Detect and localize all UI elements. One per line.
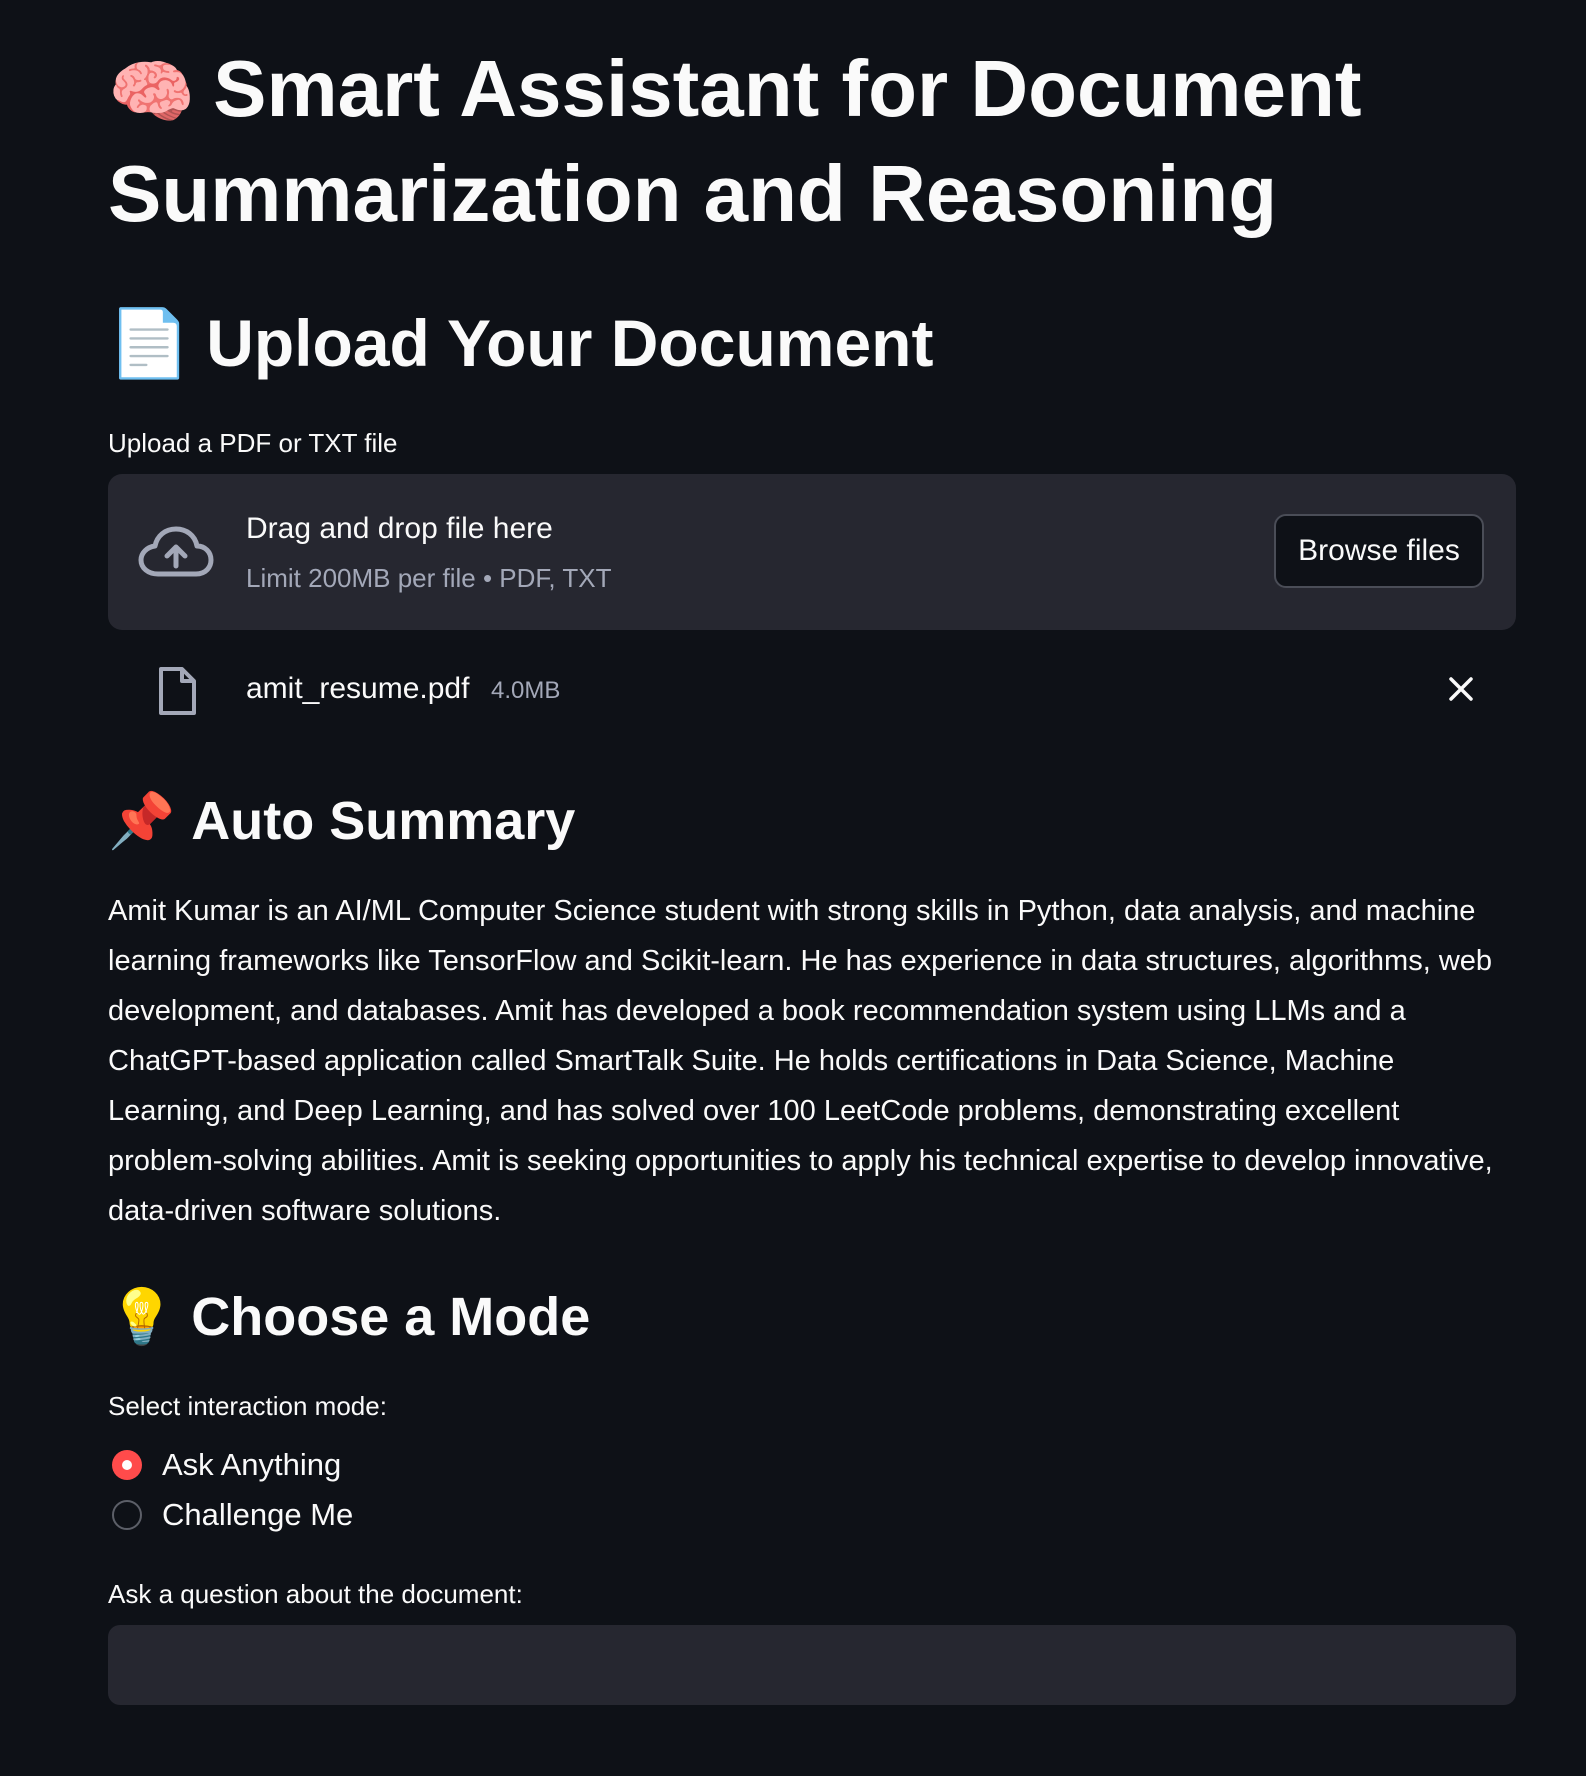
radio-selected-icon [112,1450,142,1480]
cloud-upload-icon [138,526,214,577]
mode-select-label: Select interaction mode: [108,1391,387,1421]
radio-option-ask-anything[interactable]: Ask Anything [108,1440,353,1490]
question-input[interactable] [108,1625,1516,1705]
radio-option-label: Challenge Me [162,1497,354,1532]
question-label: Ask a question about the document: [108,1579,523,1609]
dropzone-instructions: Drag and drop file here [246,512,553,545]
uploaded-file-size: 4.0MB [491,677,561,704]
page-title-text: Smart Assistant for Document Summarizati… [108,44,1362,238]
page-title: 🧠 Smart Assistant for Document Summarizat… [108,38,1516,245]
mode-heading-text: Choose a Mode [191,1287,591,1347]
mode-radio-group: Ask Anything Challenge Me [108,1440,353,1540]
dropzone-limits: Limit 200MB per file • PDF, TXT [246,563,612,593]
radio-option-challenge-me[interactable]: Challenge Me [108,1490,353,1540]
close-icon[interactable] [1444,672,1478,706]
document-emoji-icon: 📄 [108,306,191,380]
upload-heading-text: Upload Your Document [206,306,934,380]
radio-unselected-icon [112,1500,142,1530]
file-dropzone[interactable]: Drag and drop file here Limit 200MB per … [108,474,1516,630]
pushpin-emoji-icon: 📌 [108,791,176,851]
brain-emoji-icon: 🧠 [108,53,196,131]
upload-heading: 📄 Upload Your Document [108,302,933,384]
summary-heading: 📌 Auto Summary [108,788,575,854]
mode-heading: 💡 Choose a Mode [108,1284,590,1350]
radio-option-label: Ask Anything [162,1447,342,1482]
summary-heading-text: Auto Summary [191,791,576,851]
uploaded-file: amit_resume.pdf 4.0MB [108,660,1516,720]
uploaded-file-name: amit_resume.pdf [246,672,470,705]
lightbulb-emoji-icon: 💡 [108,1287,176,1347]
browse-files-button[interactable]: Browse files [1274,514,1484,588]
file-icon [159,667,196,715]
auto-summary-text: Amit Kumar is an AI/ML Computer Science … [108,895,1493,1227]
file-uploader-label: Upload a PDF or TXT file [108,428,398,458]
